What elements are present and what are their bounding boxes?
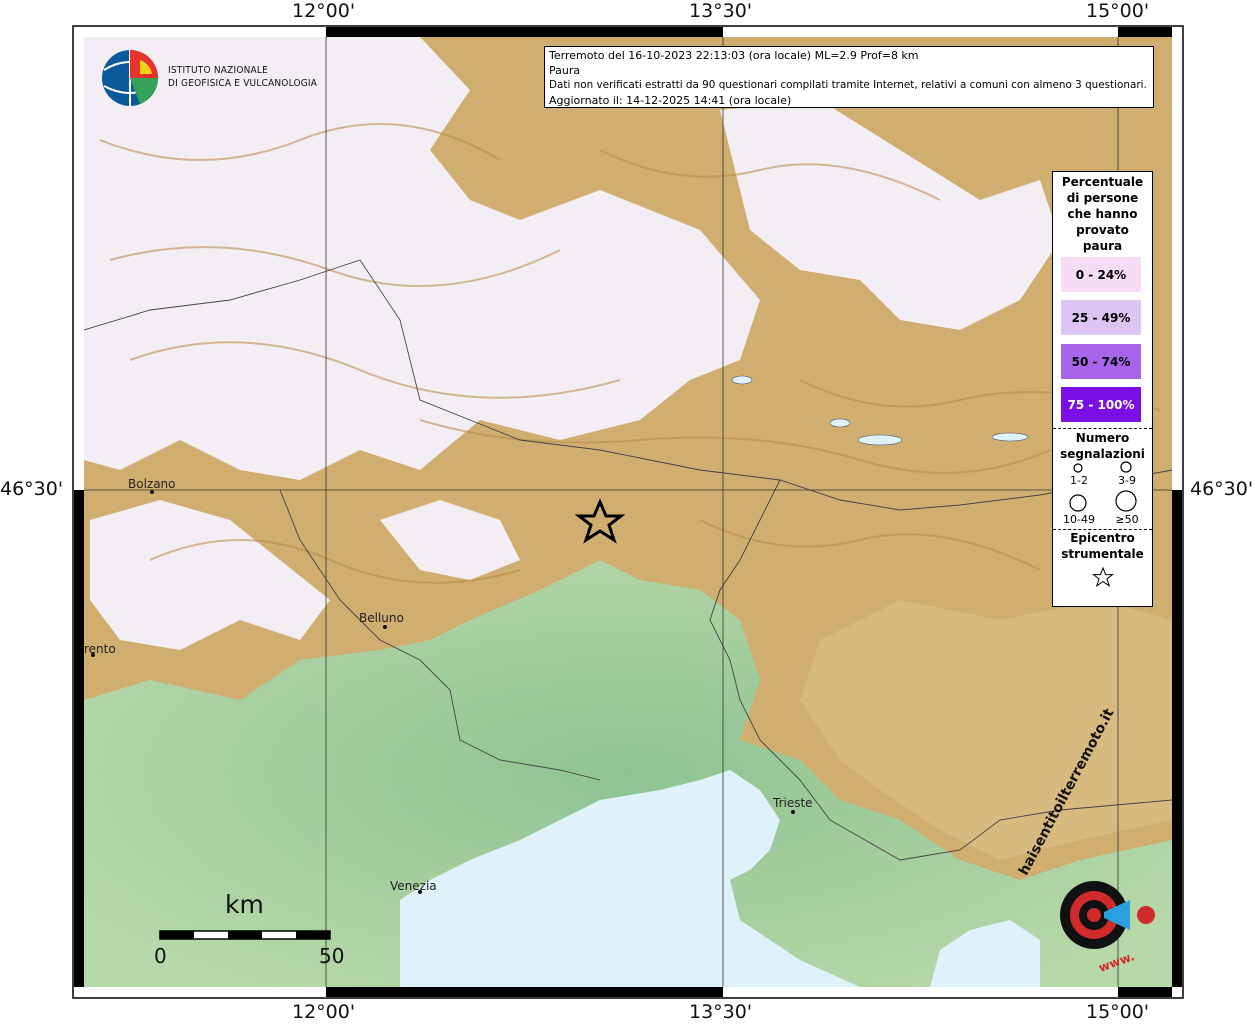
info-line3: Dati non verificati estratti da 90 quest…: [549, 79, 1147, 91]
epicentre-title-line: Epicentro: [1070, 531, 1135, 545]
top-tick-15: 15°00': [1086, 0, 1150, 22]
scale-max: 50: [319, 944, 345, 968]
legend-swatch-25-49: 25 - 49%: [1061, 300, 1141, 335]
legend-title-line: che hanno: [1067, 207, 1138, 221]
legend-panel: Percentuale di persone che hanno provato…: [1052, 171, 1153, 607]
count-title-line: Numero: [1075, 431, 1130, 445]
legend-swatch-50-74: 50 - 74%: [1061, 344, 1141, 379]
right-tick: 46°30': [1190, 478, 1254, 500]
epicentre-title: Epicentro strumentale: [1053, 530, 1152, 562]
info-line4: Aggiornato il: 14-12-2025 14:41 (ora loc…: [549, 94, 792, 107]
institute-name: ISTITUTO NAZIONALE DI GEOFISICA E VULCAN…: [168, 64, 317, 90]
scale-min: 0: [154, 944, 167, 968]
legend-swatch-75-100: 75 - 100%: [1061, 387, 1141, 422]
circle-small-icon: [1073, 463, 1083, 473]
left-tick: 46°30': [0, 478, 64, 500]
city-belluno: Belluno: [359, 611, 404, 625]
institute-line1: ISTITUTO NAZIONALE: [168, 65, 268, 76]
count-10-49: 10-49: [1063, 513, 1095, 526]
circle-xlarge-icon: [1115, 490, 1137, 512]
legend-divider: [1053, 428, 1152, 429]
city-trento: rento: [84, 642, 116, 656]
top-tick-12: 12°00': [292, 0, 356, 22]
epicentre-title-line: strumentale: [1061, 547, 1144, 561]
legend-title-line: paura: [1082, 239, 1123, 253]
scale-unit: km: [225, 890, 264, 919]
count-1-2: 1-2: [1070, 474, 1088, 487]
legend-title-line: Percentuale: [1061, 175, 1144, 189]
info-line1: Terremoto del 16-10-2023 22:13:03 (ora l…: [549, 49, 919, 62]
count-3-9: 3-9: [1118, 474, 1136, 487]
city-trieste: Trieste: [773, 796, 813, 810]
legend-title-line: provato: [1076, 223, 1129, 237]
bottom-tick-1330: 13°30': [689, 1001, 753, 1023]
bottom-tick-12: 12°00': [292, 1001, 356, 1023]
legend-title: Percentuale di persone che hanno provato…: [1053, 174, 1152, 254]
city-bolzano: Bolzano: [128, 477, 176, 491]
institute-line2: DI GEOFISICA E VULCANOLOGIA: [168, 78, 318, 89]
circle-medium-icon: [1120, 461, 1132, 473]
bottom-tick-15: 15°00': [1086, 1001, 1150, 1023]
legend-star-icon: [1092, 566, 1114, 588]
legend-swatch-0-24: 0 - 24%: [1061, 257, 1141, 292]
earthquake-info-box: Terremoto del 16-10-2023 22:13:03 (ora l…: [544, 46, 1154, 108]
count-50-plus: ≥50: [1115, 513, 1139, 526]
circle-large-icon: [1069, 494, 1087, 512]
legend-title-line: di persone: [1066, 191, 1139, 205]
city-venezia: Venezia: [390, 879, 437, 893]
count-symbols: [1069, 461, 1137, 512]
scale-bar: [159, 930, 331, 940]
info-line2: Paura: [549, 64, 581, 77]
top-tick-1330: 13°30': [689, 0, 753, 22]
ingv-logo: [102, 50, 158, 106]
